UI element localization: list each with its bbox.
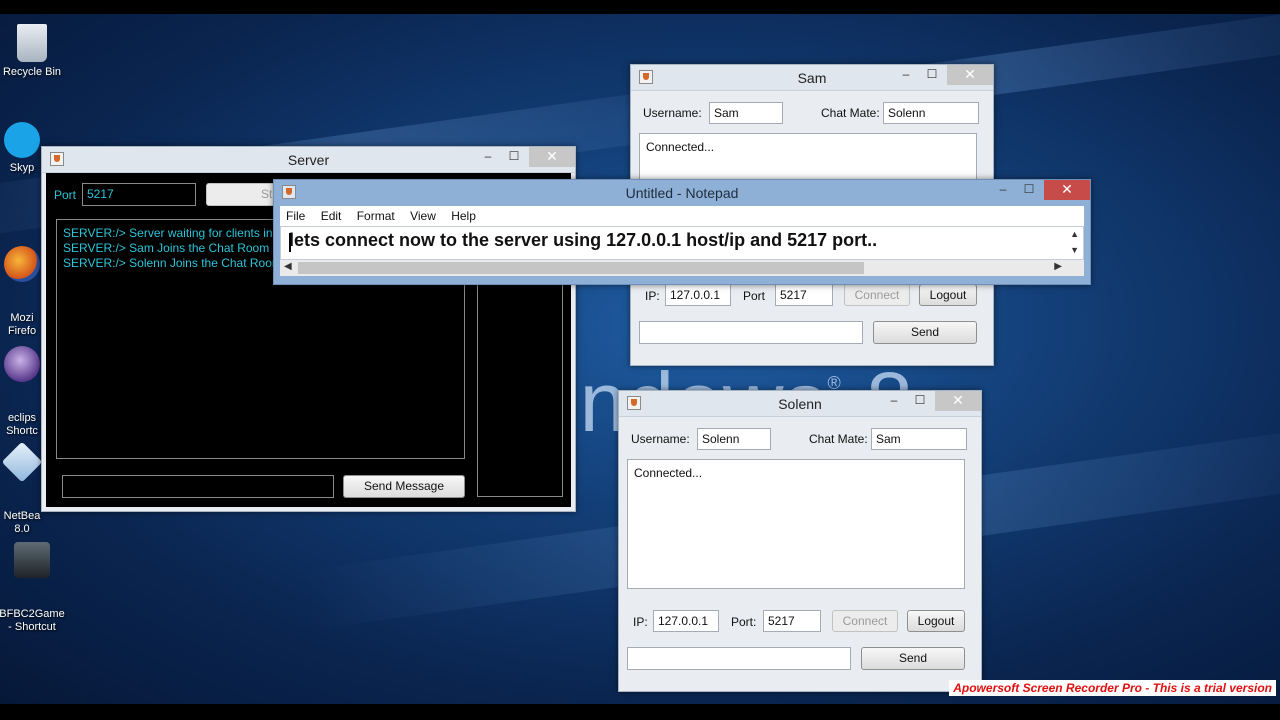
skype-icon [4, 122, 40, 158]
send-button[interactable]: Send [861, 647, 965, 670]
menu-file[interactable]: File [286, 206, 305, 226]
ip-label: IP: [633, 615, 648, 629]
minimize-button[interactable]: – [881, 391, 907, 411]
connect-button[interactable]: Connect [844, 284, 910, 306]
close-button[interactable]: ✕ [947, 65, 993, 85]
close-button[interactable]: ✕ [935, 391, 981, 411]
desktop-icon-label: Recycle Bin [2, 66, 62, 78]
logout-button[interactable]: Logout [907, 610, 965, 632]
port-input[interactable]: 5217 [775, 284, 833, 306]
menu-bar: File Edit Format View Help [280, 206, 1084, 226]
ip-label: IP: [645, 289, 660, 303]
send-message-button[interactable]: Send Message [343, 475, 465, 498]
close-button[interactable]: ✕ [1044, 180, 1090, 200]
title-bar: Untitled - Notepad – ☐ ✕ [274, 180, 1090, 206]
port-input[interactable]: 5217 [763, 610, 821, 632]
username-input[interactable]: Solenn [697, 428, 771, 450]
scroll-left-icon[interactable]: ◀ [284, 261, 292, 272]
menu-format[interactable]: Format [357, 206, 395, 226]
solenn-chat-window: Solenn – ☐ ✕ Username: Solenn Chat Mate:… [618, 390, 982, 692]
maximize-button[interactable]: ☐ [501, 147, 527, 167]
scrollbar-thumb[interactable] [298, 262, 864, 274]
port-label: Port [743, 289, 766, 303]
close-button[interactable]: ✕ [529, 147, 575, 167]
scroll-up-icon[interactable]: ▲ [1070, 229, 1079, 239]
netbeans-icon [1, 441, 43, 483]
menu-help[interactable]: Help [451, 206, 476, 226]
horizontal-scrollbar[interactable]: ◀ ▶ [280, 260, 1084, 276]
maximize-button[interactable]: ☐ [919, 65, 945, 85]
port-input[interactable]: 5217 [82, 183, 196, 206]
port-label: Port: [731, 615, 757, 629]
title-bar: Sam – ☐ ✕ [631, 65, 993, 91]
chatmate-label: Chat Mate: [821, 106, 880, 120]
title-bar: Server – ☐ ✕ [42, 147, 575, 173]
ip-input[interactable]: 127.0.0.1 [665, 284, 731, 306]
connect-button[interactable]: Connect [832, 610, 898, 632]
recycle-bin-icon [17, 24, 47, 62]
chatmate-label: Chat Mate: [809, 432, 868, 446]
window-title: Untitled - Notepad [625, 185, 739, 201]
server-message-input[interactable] [62, 475, 334, 498]
firefox-icon [4, 246, 40, 282]
username-label: Username: [643, 106, 702, 120]
username-label: Username: [631, 432, 690, 446]
scroll-down-icon[interactable]: ▼ [1070, 245, 1079, 255]
client-list [477, 283, 563, 497]
bfbc2-icon [14, 542, 50, 578]
notepad-window: Untitled - Notepad – ☐ ✕ File Edit Forma… [273, 179, 1091, 285]
start-server-button[interactable]: St [206, 183, 276, 206]
chatmate-input[interactable]: Solenn [883, 102, 979, 124]
maximize-button[interactable]: ☐ [907, 391, 933, 411]
text-caret [289, 233, 291, 252]
desktop-icon-bfbc2[interactable]: BFBC2Game - Shortcut [0, 516, 67, 660]
send-button[interactable]: Send [873, 321, 977, 344]
desktop-icon-label: BFBC2Game - Shortcut [0, 608, 65, 633]
chat-history: Connected... [627, 459, 965, 589]
minimize-button[interactable]: – [475, 147, 501, 167]
scroll-right-icon[interactable]: ▶ [1054, 261, 1062, 272]
eclipse-icon [4, 346, 40, 382]
editor-content: lets connect now to the server using 127… [289, 230, 878, 250]
message-input[interactable] [639, 321, 863, 344]
title-bar: Solenn – ☐ ✕ [619, 391, 981, 417]
minimize-button[interactable]: – [990, 180, 1016, 200]
logout-button[interactable]: Logout [919, 284, 977, 306]
message-input[interactable] [627, 647, 851, 670]
menu-edit[interactable]: Edit [321, 206, 342, 226]
minimize-button[interactable]: – [893, 65, 919, 85]
maximize-button[interactable]: ☐ [1016, 180, 1042, 200]
port-label: Port [54, 188, 77, 202]
menu-view[interactable]: View [410, 206, 436, 226]
chatmate-input[interactable]: Sam [871, 428, 967, 450]
username-input[interactable]: Sam [709, 102, 783, 124]
recorder-watermark: Apowersoft Screen Recorder Pro - This is… [949, 680, 1276, 696]
ip-input[interactable]: 127.0.0.1 [653, 610, 719, 632]
text-editor[interactable]: lets connect now to the server using 127… [280, 226, 1084, 260]
desktop-icon-recycle-bin[interactable]: Recycle Bin [0, 24, 67, 79]
